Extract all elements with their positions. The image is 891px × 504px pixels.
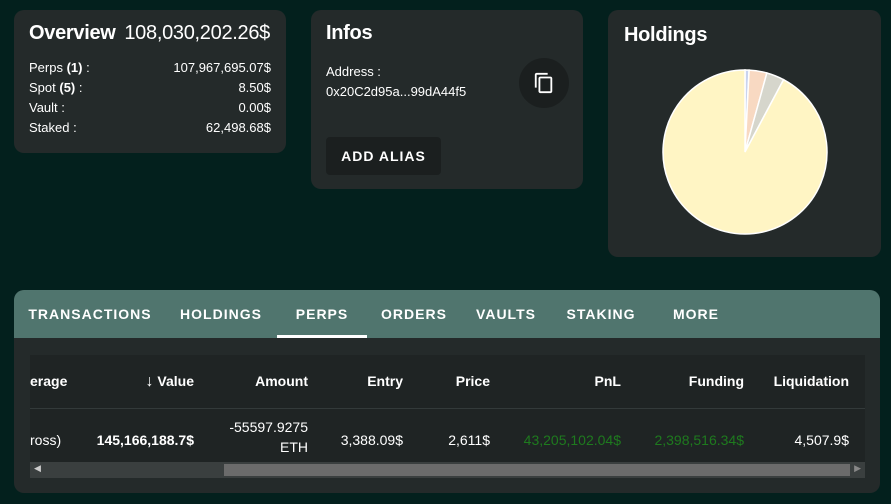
cell-amount: -55597.9275 ETH	[229, 419, 308, 455]
col-header-amount[interactable]: Amount	[255, 373, 308, 389]
overview-total: 108,030,202.26$	[124, 22, 270, 44]
row-label: Staked :	[29, 120, 77, 135]
tab-vaults[interactable]: VAULTS	[461, 290, 551, 338]
row-value: 62,498.68$	[205, 120, 271, 135]
tab-holdings[interactable]: HOLDINGS	[166, 290, 276, 338]
col-header-price[interactable]: Price	[456, 373, 490, 389]
overview-row: Perps (1) : 107,967,695.07$	[29, 60, 271, 75]
cell-pnl: 43,205,102.04$	[523, 432, 621, 448]
cell-funding: 2,398,516.34$	[654, 432, 744, 448]
divider	[30, 408, 865, 409]
arrow-down-icon: ↓	[145, 373, 154, 390]
cell-value: 145,166,188.7$	[96, 432, 194, 448]
col-header-funding[interactable]: Funding	[689, 373, 744, 389]
pie-slice[interactable]	[662, 69, 828, 235]
overview-title: Overview	[29, 22, 116, 44]
copy-address-button[interactable]	[519, 58, 569, 108]
row-label: Spot (5) :	[29, 80, 83, 95]
perps-table: erage ↓ Value Amount Entry Price PnL Fun…	[30, 355, 865, 478]
scroll-right-icon[interactable]: ▶	[854, 463, 861, 474]
holdings-title: Holdings	[624, 24, 708, 46]
copy-icon	[534, 72, 553, 94]
cell-price: 2,611$	[448, 432, 490, 448]
row-label: Vault :	[29, 100, 65, 115]
scrollbar-thumb[interactable]	[224, 464, 850, 476]
active-tab-indicator	[277, 335, 367, 338]
tab-orders[interactable]: ORDERS	[369, 290, 459, 338]
cell-liquidation: 4,507.9$	[794, 432, 850, 448]
col-header-pnl[interactable]: PnL	[595, 373, 621, 389]
add-alias-button[interactable]: ADD ALIAS	[326, 137, 441, 175]
row-value: 0.00$	[238, 100, 271, 115]
col-header-liquidation[interactable]: Liquidation	[774, 373, 849, 389]
positions-panel: TRANSACTIONS HOLDINGS PERPS ORDERS VAULTS STA…	[14, 290, 880, 493]
row-value: 8.50$	[238, 80, 271, 95]
col-header-entry[interactable]: Entry	[367, 373, 403, 389]
infos-title: Infos	[326, 22, 373, 44]
holdings-card: Holdings	[608, 10, 881, 257]
infos-card: Infos Address : 0x20C2d95a...99dA44f5 AD…	[311, 10, 583, 189]
cell-leverage: ross)	[30, 432, 62, 448]
row-value: 107,967,695.07$	[173, 60, 271, 75]
horizontal-scrollbar[interactable]: ◀ ▶	[30, 462, 865, 478]
scroll-left-icon[interactable]: ◀	[34, 463, 41, 474]
address-value: 0x20C2d95a...99dA44f5	[326, 84, 467, 99]
tab-more[interactable]: MORE	[651, 290, 741, 338]
overview-row: Spot (5) : 8.50$	[29, 80, 271, 95]
overview-card: Overview 108,030,202.26$ Perps (1) : 107,…	[14, 10, 286, 153]
tab-transactions[interactable]: TRANSACTIONS	[14, 290, 166, 338]
row-label: Perps (1) :	[29, 60, 90, 75]
overview-row: Vault : 0.00$	[29, 100, 271, 115]
overview-row: Staked : 62,498.68$	[29, 120, 271, 135]
holdings-pie-chart	[662, 69, 828, 235]
cell-entry: 3,388.09$	[340, 432, 403, 448]
tab-bar: TRANSACTIONS HOLDINGS PERPS ORDERS VAULTS STA…	[14, 290, 880, 338]
tab-perps[interactable]: PERPS	[277, 290, 367, 338]
col-header-leverage[interactable]: erage	[30, 373, 67, 389]
address-label: Address :	[326, 64, 381, 79]
col-header-value[interactable]: ↓ Value	[146, 373, 194, 391]
tab-staking[interactable]: STAKING	[551, 290, 651, 338]
